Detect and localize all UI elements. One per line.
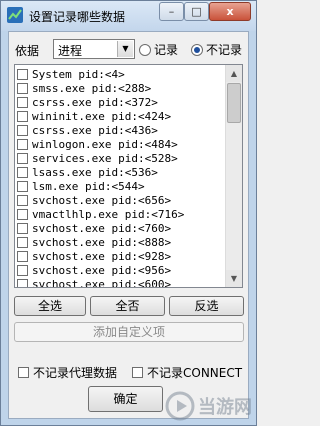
list-item-label: lsass.exe pid:<536> (32, 165, 158, 179)
list-item[interactable]: wininit.exe pid:<424> (17, 109, 171, 123)
list-item[interactable]: winlogon.exe pid:<484> (17, 137, 178, 151)
chevron-down-icon[interactable]: ▼ (117, 41, 133, 57)
no-connect-option[interactable]: 不记录CONNECT (132, 364, 242, 381)
list-item-label: svchost.exe pid:<656> (32, 193, 172, 207)
list-item-label: svchost.exe pid:<600> (32, 277, 172, 288)
list-item[interactable]: csrss.exe pid:<372> (17, 95, 158, 109)
list-item-label: wininit.exe pid:<424> (32, 109, 172, 123)
process-list[interactable]: System pid:<4> smss.exe pid:<288> csrss.… (14, 64, 243, 288)
vertical-scrollbar[interactable]: ▲ ▼ (225, 65, 242, 287)
list-item-label: svchost.exe pid:<956> (32, 263, 172, 277)
dialog-window: 设置记录哪些数据 – □ x 依据 进程 ▼ 记录 不记录 System pid… (0, 0, 257, 426)
list-item[interactable]: csrss.exe pid:<436> (17, 123, 158, 137)
list-item-label: csrss.exe pid:<372> (32, 95, 158, 109)
radio-record[interactable]: 记录 (139, 41, 178, 58)
no-proxy-checkbox[interactable] (18, 367, 29, 378)
radio-no-record-circle[interactable] (191, 43, 203, 56)
invert-selection-button[interactable]: 反选 (169, 296, 244, 316)
checkbox[interactable] (17, 96, 28, 108)
list-item[interactable]: services.exe pid:<528> (17, 151, 178, 165)
checkbox[interactable] (17, 222, 28, 234)
filter-select[interactable]: 进程 ▼ (53, 39, 135, 59)
checkbox[interactable] (17, 278, 28, 287)
radio-record-circle[interactable] (139, 43, 151, 56)
list-item-label: winlogon.exe pid:<484> (32, 137, 178, 151)
filter-label: 依据 (15, 44, 40, 58)
checkbox[interactable] (17, 208, 28, 220)
checkbox[interactable] (17, 236, 28, 248)
close-button[interactable]: x (209, 2, 251, 21)
list-item[interactable]: lsass.exe pid:<536> (17, 165, 158, 179)
minimize-button[interactable]: – (159, 2, 184, 21)
list-item-label: System pid:<4> (32, 67, 125, 81)
select-none-button[interactable]: 全否 (90, 296, 165, 316)
no-proxy-label: 不记录代理数据 (33, 366, 118, 380)
list-item[interactable]: vmactlhlp.exe pid:<716> (17, 207, 184, 221)
no-connect-checkbox[interactable] (132, 367, 143, 378)
list-item-label: svchost.exe pid:<888> (32, 235, 172, 249)
list-item-label: svchost.exe pid:<928> (32, 249, 172, 263)
list-item[interactable]: svchost.exe pid:<956> (17, 263, 171, 277)
radio-no-record-label: 不记录 (206, 43, 243, 57)
list-item[interactable]: svchost.exe pid:<888> (17, 235, 171, 249)
watermark: 当游网 (165, 391, 252, 421)
list-item-label: smss.exe pid:<288> (32, 81, 152, 95)
maximize-button[interactable]: □ (184, 2, 209, 21)
checkbox[interactable] (17, 110, 28, 122)
list-item-label: vmactlhlp.exe pid:<716> (32, 207, 185, 221)
list-item[interactable]: svchost.exe pid:<760> (17, 221, 171, 235)
list-item[interactable]: svchost.exe pid:<600> (17, 277, 172, 288)
checkbox[interactable] (17, 166, 28, 178)
scroll-down-icon[interactable]: ▼ (226, 270, 242, 287)
checkbox[interactable] (17, 194, 28, 206)
checkbox[interactable] (17, 68, 28, 80)
dialog-body: 依据 进程 ▼ 记录 不记录 System pid:<4> smss.exe p… (8, 31, 249, 419)
list-item-label: services.exe pid:<528> (32, 151, 178, 165)
app-icon (7, 7, 23, 23)
list-item-label: svchost.exe pid:<760> (32, 221, 172, 235)
checkbox[interactable] (17, 138, 28, 150)
checkbox[interactable] (17, 152, 28, 164)
watermark-text: 当游网 (198, 397, 252, 418)
window-title: 设置记录哪些数据 (29, 10, 126, 24)
list-item-label: csrss.exe pid:<436> (32, 123, 158, 137)
select-all-button[interactable]: 全选 (14, 296, 86, 316)
checkbox[interactable] (17, 124, 28, 136)
list-item[interactable]: System pid:<4> (17, 67, 125, 81)
scrollbar-thumb[interactable] (227, 83, 241, 123)
checkbox[interactable] (17, 82, 28, 94)
list-item[interactable]: svchost.exe pid:<656> (17, 193, 171, 207)
add-custom-button[interactable]: 添加自定义项 (14, 322, 244, 342)
no-connect-label: 不记录CONNECT (147, 366, 243, 380)
radio-no-record[interactable]: 不记录 (191, 41, 242, 58)
no-proxy-option[interactable]: 不记录代理数据 (18, 364, 117, 381)
checkbox[interactable] (17, 180, 28, 192)
checkbox[interactable] (17, 250, 28, 262)
checkbox[interactable] (17, 264, 28, 276)
list-item[interactable]: svchost.exe pid:<928> (17, 249, 171, 263)
list-item-label: lsm.exe pid:<544> (32, 179, 145, 193)
list-item[interactable]: lsm.exe pid:<544> (17, 179, 145, 193)
list-item[interactable]: smss.exe pid:<288> (17, 81, 151, 95)
filter-select-value: 进程 (58, 44, 83, 58)
ok-button[interactable]: 确定 (88, 386, 163, 412)
title-bar: 设置记录哪些数据 – □ x (1, 1, 256, 31)
radio-record-label: 记录 (154, 43, 179, 57)
watermark-logo-icon (165, 391, 195, 421)
scroll-up-icon[interactable]: ▲ (226, 65, 242, 82)
